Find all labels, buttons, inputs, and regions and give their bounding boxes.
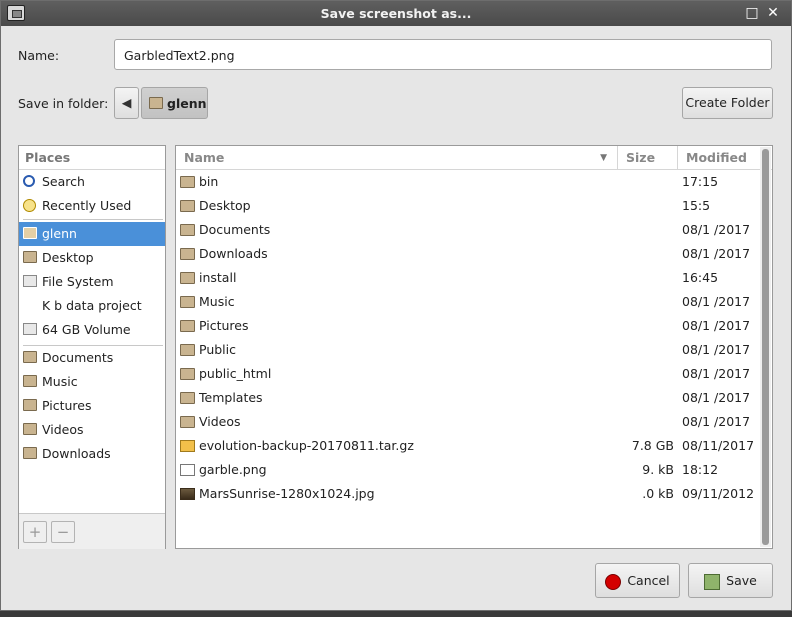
file-list-header: Name ▼ Size Modified <box>176 146 772 170</box>
file-row[interactable]: Templates 08/1 /2017 <box>176 386 762 410</box>
divider <box>23 219 163 220</box>
desktop-background <box>0 611 792 617</box>
places-item-videos[interactable]: Videos <box>19 418 165 442</box>
image-file-icon <box>180 464 195 476</box>
image-thumbnail-icon <box>180 488 195 500</box>
file-row[interactable]: Downloads 08/1 /2017 <box>176 242 762 266</box>
save-in-folder-label: Save in folder: <box>18 96 109 111</box>
chevron-left-icon: ◀ <box>121 95 132 110</box>
create-folder-button[interactable]: Create Folder <box>682 87 773 119</box>
file-row[interactable]: bin 17:15 <box>176 170 762 194</box>
places-item-pictures[interactable]: Pictures <box>19 394 165 418</box>
downloads-folder-icon <box>180 248 195 260</box>
file-row[interactable]: Videos 08/1 /2017 <box>176 410 762 434</box>
scrollbar-thumb[interactable] <box>762 149 769 545</box>
clock-icon <box>23 199 36 212</box>
stop-icon <box>605 573 622 590</box>
column-name[interactable]: Name ▼ <box>176 146 618 170</box>
filename-input[interactable]: GarbledText2.png <box>114 39 772 70</box>
places-item-recently-used[interactable]: Recently Used <box>19 194 165 218</box>
desktop-folder-icon <box>23 251 37 263</box>
name-label: Name: <box>18 48 60 63</box>
home-folder-icon <box>149 97 163 109</box>
public-folder-icon <box>180 344 195 356</box>
folder-icon <box>180 272 195 284</box>
pictures-folder-icon <box>180 320 195 332</box>
folder-icon <box>180 368 195 380</box>
add-place-button[interactable]: + <box>23 521 47 543</box>
search-icon <box>23 175 35 187</box>
folder-icon <box>23 375 37 387</box>
drive-icon <box>23 323 37 335</box>
titlebar: Save screenshot as... □ ✕ <box>1 1 791 26</box>
column-modified[interactable]: Modified <box>678 146 762 170</box>
drive-icon <box>23 275 37 287</box>
home-folder-icon <box>23 227 37 239</box>
file-row[interactable]: garble.png 9. kB 18:12 <box>176 458 762 482</box>
archive-icon <box>180 440 195 452</box>
file-row[interactable]: MarsSunrise-1280x1024.jpg .0 kB 09/11/2012 <box>176 482 762 506</box>
maximize-icon[interactable]: □ <box>744 5 760 21</box>
videos-folder-icon <box>180 416 195 428</box>
vertical-scrollbar[interactable] <box>760 147 771 547</box>
file-row[interactable]: Pictures 08/1 /2017 <box>176 314 762 338</box>
folder-icon <box>23 399 37 411</box>
places-item-64gb-volume[interactable]: 64 GB Volume <box>19 318 165 342</box>
templates-folder-icon <box>180 392 195 404</box>
places-item-desktop[interactable]: Desktop <box>19 246 165 270</box>
file-row[interactable]: Public 08/1 /2017 <box>176 338 762 362</box>
file-list: Name ▼ Size Modified bin 17:15 Desktop 15:… <box>175 145 773 549</box>
save-dialog: Save screenshot as... □ ✕ Name: GarbledT… <box>0 0 792 611</box>
file-row[interactable]: public_html 08/1 /2017 <box>176 362 762 386</box>
close-icon[interactable]: ✕ <box>765 5 781 21</box>
places-item-search[interactable]: Search <box>19 170 165 194</box>
window-title: Save screenshot as... <box>320 6 472 21</box>
places-item-glenn[interactable]: glenn <box>19 222 165 246</box>
file-row[interactable]: evolution-backup-20170811.tar.gz 7.8 GB 08… <box>176 434 762 458</box>
file-row[interactable]: Documents 08/1 /2017 <box>176 218 762 242</box>
remove-place-button[interactable]: − <box>51 521 75 543</box>
places-item-downloads[interactable]: Downloads <box>19 442 165 466</box>
save-icon <box>704 573 721 590</box>
cancel-button[interactable]: Cancel <box>595 563 680 598</box>
file-row[interactable]: install 16:45 <box>176 266 762 290</box>
path-button-glenn[interactable]: glenn <box>141 87 208 119</box>
places-header: Places <box>19 146 165 170</box>
places-item-data-project[interactable]: K b data project <box>19 294 165 318</box>
places-sidebar: Places Search Recently Used glenn Deskto… <box>18 145 166 549</box>
file-row[interactable]: Music 08/1 /2017 <box>176 290 762 314</box>
places-toolbar: + − <box>19 513 165 549</box>
save-button[interactable]: Save <box>688 563 773 598</box>
folder-icon <box>23 351 37 363</box>
file-row[interactable]: Desktop 15:5 <box>176 194 762 218</box>
places-item-file-system[interactable]: File System <box>19 270 165 294</box>
places-item-documents[interactable]: Documents <box>19 346 165 370</box>
folder-icon <box>23 447 37 459</box>
folder-icon <box>23 423 37 435</box>
column-size[interactable]: Size <box>618 146 678 170</box>
documents-folder-icon <box>180 224 195 236</box>
path-back-button[interactable]: ◀ <box>114 87 139 119</box>
path-button-label: glenn <box>167 96 207 111</box>
places-item-music[interactable]: Music <box>19 370 165 394</box>
desktop-folder-icon <box>180 200 195 212</box>
folder-icon <box>180 176 195 188</box>
sort-descending-icon: ▼ <box>600 153 607 163</box>
music-folder-icon <box>180 296 195 308</box>
